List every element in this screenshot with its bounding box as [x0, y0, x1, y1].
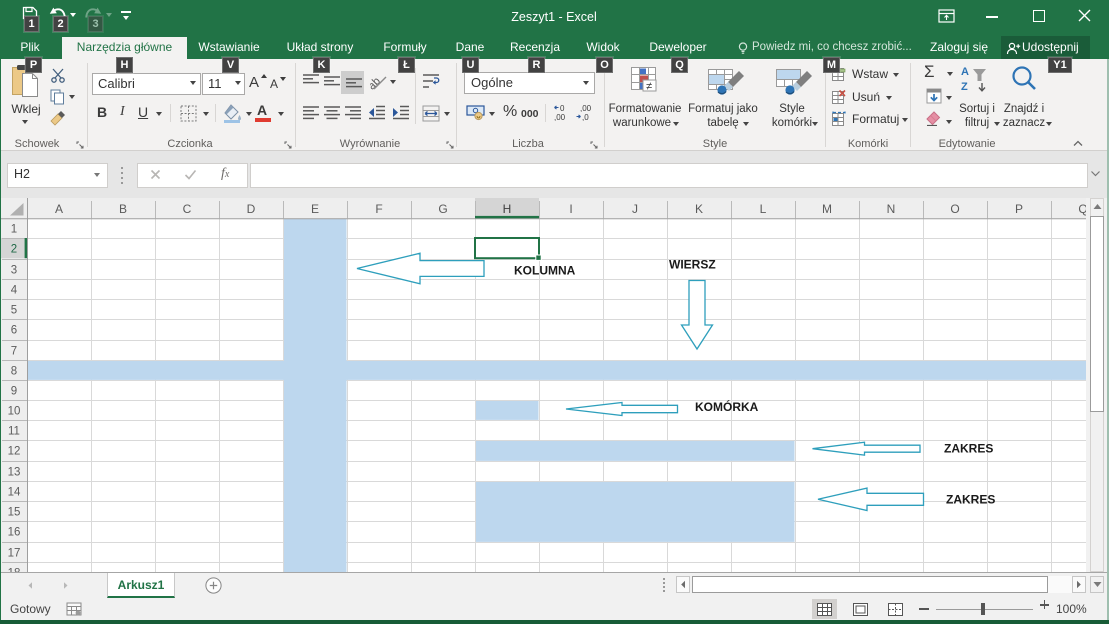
svg-text:C: C — [183, 202, 192, 216]
svg-text:7: 7 — [11, 346, 17, 358]
svg-text:I: I — [569, 202, 572, 216]
svg-text:10: 10 — [8, 406, 21, 418]
svg-text:E: E — [311, 202, 319, 216]
svg-text:0: 0 — [560, 104, 565, 113]
svg-text:D: D — [247, 202, 256, 216]
svg-text:ZAKRES: ZAKRES — [946, 493, 995, 507]
svg-text:14: 14 — [8, 487, 21, 499]
svg-text:2: 2 — [11, 244, 17, 256]
svg-text:5: 5 — [11, 305, 17, 317]
svg-text:≠: ≠ — [646, 81, 652, 93]
svg-text:1: 1 — [11, 224, 17, 236]
svg-text:,00: ,00 — [554, 113, 566, 121]
svg-text:M: M — [822, 202, 832, 216]
svg-text:12: 12 — [8, 446, 21, 458]
svg-text:KOMÓRKA: KOMÓRKA — [695, 399, 759, 414]
svg-text:H: H — [503, 202, 512, 216]
svg-text:3: 3 — [11, 265, 17, 277]
svg-text:Z: Z — [961, 81, 968, 93]
svg-text:P: P — [1015, 202, 1023, 216]
svg-text:8: 8 — [11, 366, 17, 378]
svg-text:KOLUMNA: KOLUMNA — [514, 264, 576, 278]
svg-text:K: K — [695, 202, 703, 216]
svg-text:6: 6 — [11, 325, 17, 337]
svg-text:4: 4 — [11, 285, 18, 297]
svg-text:16: 16 — [8, 527, 21, 539]
svg-text:J: J — [632, 202, 638, 216]
svg-text:L: L — [760, 202, 767, 216]
svg-text:,0: ,0 — [582, 113, 589, 121]
svg-text:A: A — [961, 66, 969, 78]
svg-text:9: 9 — [11, 386, 17, 398]
svg-text:B: B — [119, 202, 127, 216]
svg-text:13: 13 — [8, 467, 21, 479]
svg-text:ab: ab — [370, 75, 383, 91]
svg-text:N: N — [887, 202, 896, 216]
svg-text:17: 17 — [8, 548, 21, 560]
svg-text:ZAKRES: ZAKRES — [944, 442, 993, 456]
svg-text:A: A — [55, 202, 63, 216]
svg-text:15: 15 — [8, 507, 21, 519]
svg-text:WIERSZ: WIERSZ — [669, 258, 716, 272]
svg-text:11: 11 — [8, 426, 20, 438]
svg-text:G: G — [438, 202, 447, 216]
svg-text:O: O — [950, 202, 959, 216]
svg-text:F: F — [375, 202, 382, 216]
svg-text:,00: ,00 — [580, 104, 591, 113]
